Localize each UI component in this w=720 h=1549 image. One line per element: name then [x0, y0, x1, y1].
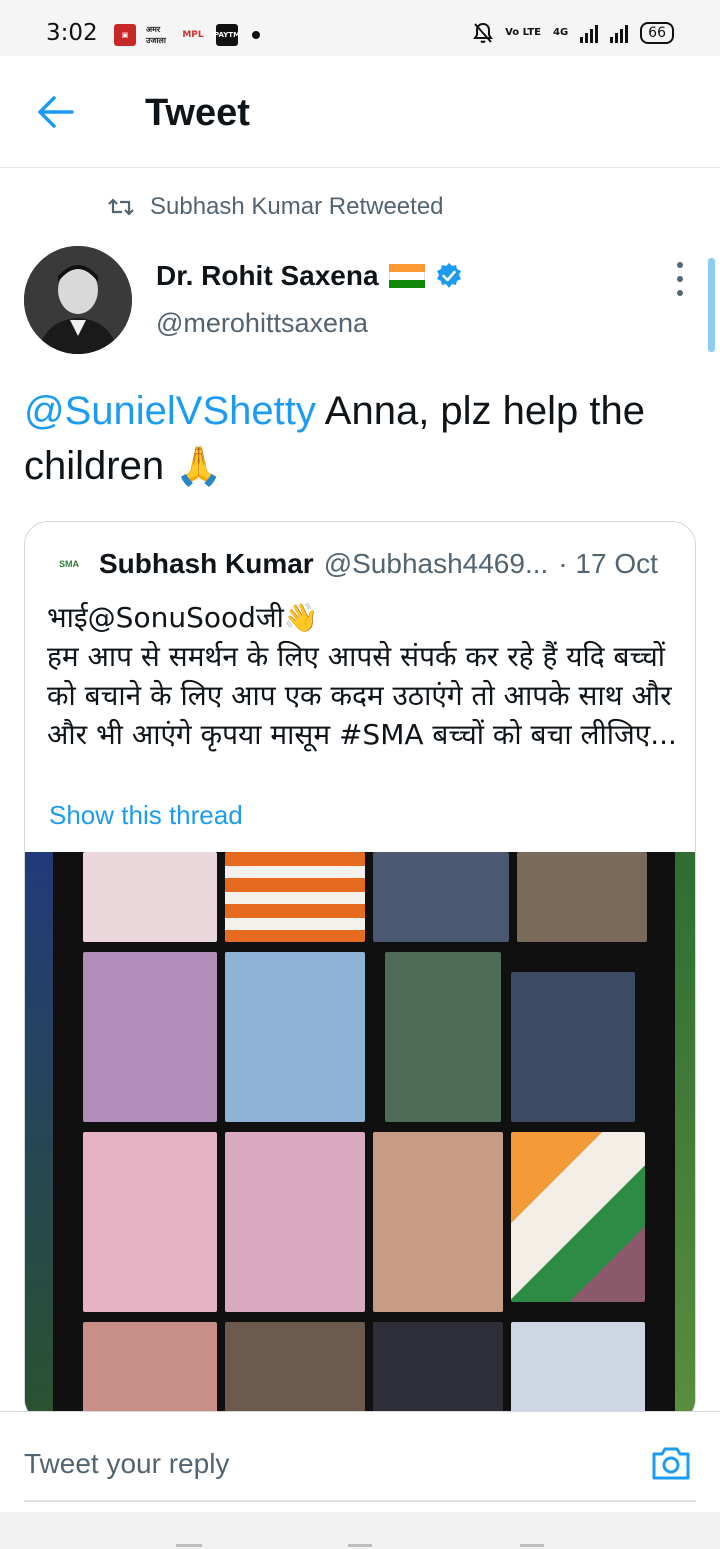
photo-tile: [83, 1322, 217, 1422]
nav-back-button[interactable]: [520, 1544, 544, 1547]
status-bar: 3:02 ▣ अमर उजाला MPL PAYTM Vo LTE 4G 66: [0, 0, 720, 56]
show-thread-link[interactable]: Show this thread: [49, 800, 243, 831]
more-notifications-dot: [252, 31, 260, 39]
photo-tile: [225, 852, 365, 942]
scroll-indicator: [708, 258, 715, 352]
photo-tile: [83, 852, 217, 942]
quoted-media-image[interactable]: [25, 852, 695, 1422]
folded-hands-emoji: 🙏: [175, 444, 223, 488]
page-title: Tweet: [145, 92, 250, 134]
signal-icon-2: [610, 23, 629, 43]
photo-tile: [385, 952, 501, 1122]
network-type: 4G: [553, 27, 569, 38]
quoted-date: · 17 Oct: [558, 548, 658, 579]
avatar[interactable]: [24, 246, 132, 354]
image-edge-right: [675, 852, 695, 1422]
photo-tile: [373, 1322, 503, 1422]
photo-tile: [511, 1322, 645, 1422]
photo-tile: [517, 852, 647, 942]
quoted-author-handle: @Subhash4469...: [323, 548, 549, 579]
system-nav-bar: [0, 1512, 720, 1549]
paytm-icon: PAYTM: [214, 24, 240, 46]
camera-icon[interactable]: [650, 1442, 692, 1484]
arrow-left-icon[interactable]: [36, 94, 76, 130]
photo-tile: [511, 1132, 645, 1302]
photo-tile: [225, 1132, 365, 1312]
sma-logo-avatar: SMA: [59, 559, 79, 569]
photo-tile: [83, 1132, 217, 1312]
retweet-icon: [108, 198, 134, 216]
photo-tile: [373, 1132, 503, 1312]
bell-off-icon: [473, 22, 493, 43]
notification-icons: ▣ अमर उजाला MPL PAYTM: [114, 24, 260, 46]
author-name[interactable]: Dr. Rohit Saxena: [156, 260, 463, 292]
mention-link[interactable]: @SunielVShetty: [24, 389, 316, 433]
quoted-tweet-header: SMA Subhash Kumar @Subhash4469... · 17 O…: [49, 548, 658, 580]
india-flag-icon: [388, 264, 425, 288]
volte-label: Vo LTE: [505, 27, 541, 38]
nav-home-button[interactable]: [348, 1544, 372, 1547]
more-options-icon[interactable]: [668, 262, 692, 296]
photo-tile: [373, 852, 509, 942]
photo-tile: [511, 972, 635, 1122]
quoted-tweet-body: भाई@SonuSoodजी👋 हम आप से समर्थन के लिए आ…: [47, 598, 677, 754]
quoted-body-line1: भाई@SonuSoodजी👋: [47, 601, 319, 634]
retweeted-by-label: Subhash Kumar Retweeted: [150, 193, 444, 220]
reply-bar: Tweet your reply: [0, 1411, 720, 1512]
news-app-icon: ▣: [114, 24, 136, 46]
quoted-tweet-card[interactable]: SMA Subhash Kumar @Subhash4469... · 17 O…: [24, 521, 696, 1423]
mpl-icon: MPL: [182, 30, 204, 40]
avatar-photo: [24, 246, 132, 354]
status-time: 3:02: [46, 20, 98, 46]
reply-underline: [24, 1500, 696, 1502]
app-bar: Tweet: [0, 56, 720, 168]
nav-menu-button[interactable]: [176, 1544, 202, 1547]
author-handle[interactable]: @merohittsaxena: [156, 308, 368, 339]
image-edge-left: [25, 852, 53, 1422]
photo-tile: [225, 952, 365, 1122]
tweet-text: @SunielVShetty Anna, plz help the childr…: [24, 384, 704, 494]
quoted-body-rest: हम आप से समर्थन के लिए आपसे संपर्क कर रह…: [47, 640, 677, 751]
quoted-author-name: Subhash Kumar: [99, 548, 314, 579]
retweet-context[interactable]: Subhash Kumar Retweeted: [108, 193, 444, 221]
photo-tile: [83, 952, 217, 1122]
reply-input[interactable]: Tweet your reply: [24, 1448, 229, 1480]
amar-ujala-icon: अमर उजाला: [146, 25, 166, 45]
photo-tile: [225, 1322, 365, 1422]
signal-icon: [580, 23, 599, 43]
verified-badge-icon: [436, 263, 461, 288]
system-icons: Vo LTE 4G 66: [473, 22, 674, 44]
battery-icon: 66: [640, 22, 674, 44]
author-name-text: Dr. Rohit Saxena: [156, 260, 379, 291]
